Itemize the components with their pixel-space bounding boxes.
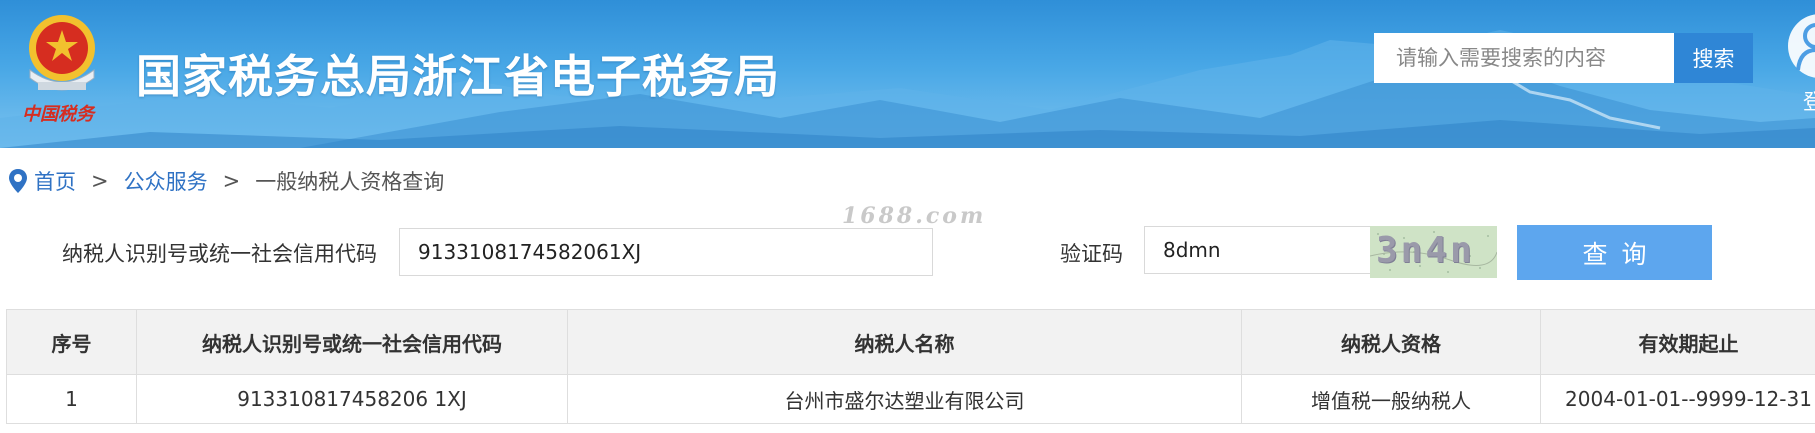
site-title: 国家税务总局浙江省电子税务局	[136, 50, 781, 103]
table-header-row: 序号 纳税人识别号或统一社会信用代码 纳税人名称 纳税人资格 有效期起止	[6, 309, 1815, 375]
column-header-validity: 有效期起止	[1540, 309, 1815, 375]
login-link[interactable]: 登	[1803, 86, 1815, 116]
breadcrumb-current: 一般纳税人资格查询	[255, 170, 445, 194]
cell-index: 1	[6, 374, 137, 424]
user-icon	[1796, 23, 1815, 71]
breadcrumb-section-link[interactable]: 公众服务	[124, 166, 208, 196]
emblem-caption: 中国税务	[22, 104, 94, 125]
site-header: 中国税务 国家税务总局浙江省电子税务局 搜索	[0, 0, 1815, 148]
column-header-taxpayer-name: 纳税人名称	[567, 309, 1242, 375]
breadcrumb-separator: >	[91, 169, 109, 193]
location-pin-icon	[9, 169, 27, 193]
captcha-input[interactable]	[1144, 226, 1374, 274]
breadcrumb: 首页 > 公众服务 > 一般纳税人资格查询	[8, 166, 444, 196]
column-header-index: 序号	[6, 309, 137, 375]
captcha-label: 验证码	[1060, 242, 1123, 266]
query-button[interactable]: 查询	[1517, 225, 1712, 280]
cell-taxpayer-name: 台州市盛尔达塑业有限公司	[567, 374, 1242, 424]
taxpayer-id-input[interactable]	[399, 228, 933, 276]
table-row: 1 913310817458206 1XJ 台州市盛尔达塑业有限公司 增值税一般…	[6, 374, 1815, 424]
column-header-taxpayer-id: 纳税人识别号或统一社会信用代码	[136, 309, 568, 375]
column-header-qualification: 纳税人资格	[1241, 309, 1541, 375]
breadcrumb-home-link[interactable]: 首页	[34, 166, 76, 196]
watermark: 1688.com	[842, 203, 987, 229]
results-table: 序号 纳税人识别号或统一社会信用代码 纳税人名称 纳税人资格 有效期起止 1 9…	[6, 309, 1815, 424]
cell-qualification: 增值税一般纳税人	[1241, 374, 1541, 424]
cell-taxpayer-id: 913310817458206 1XJ	[136, 374, 568, 424]
cell-validity: 2004-01-01--9999-12-31	[1540, 374, 1815, 424]
captcha-image[interactable]: 3n4n	[1370, 226, 1497, 278]
taxpayer-id-label: 纳税人识别号或统一社会信用代码	[62, 242, 377, 266]
breadcrumb-separator: >	[222, 169, 241, 193]
captcha-text: 3n4n	[1376, 230, 1475, 271]
site-search-button[interactable]: 搜索	[1674, 33, 1753, 83]
site-search-input[interactable]	[1374, 33, 1676, 83]
